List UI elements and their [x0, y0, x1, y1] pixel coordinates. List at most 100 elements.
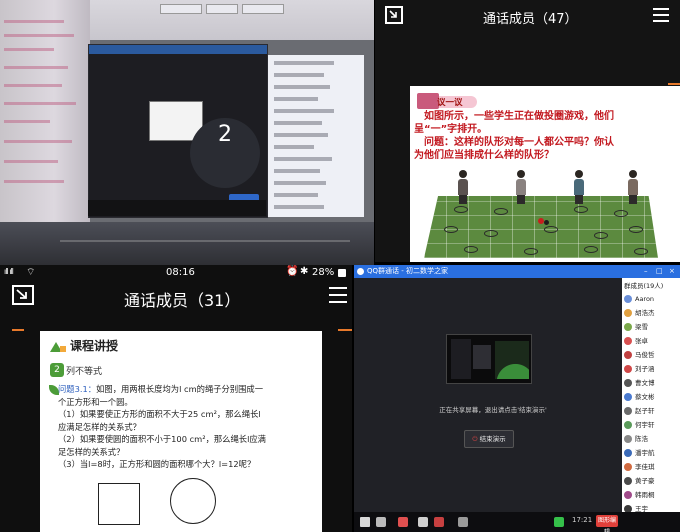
avatar [624, 421, 632, 429]
member-item[interactable]: 李佳琪 [622, 460, 680, 474]
problem-label: 问题3.1： [58, 384, 97, 394]
member-item[interactable]: 赵子轩 [622, 404, 680, 418]
slide-indicator [338, 329, 352, 331]
slide-line: 问题：这样的队形对每一人都公平吗？你认 [424, 137, 614, 148]
window-title: QQ群通话 - 初二数学之家 [367, 267, 448, 275]
member-list: Aaron 胡浩杰梁雪张卓马俊哲刘子涵曹文博蔡文彬赵子轩何宇轩陈浩潘宇航李佳琪黄子… [622, 292, 680, 516]
menu-icon[interactable] [329, 287, 347, 303]
close-icon[interactable]: × [669, 265, 675, 278]
member-panel-header: 群成员(19人) [624, 282, 664, 290]
member-item[interactable]: 曹文博 [622, 376, 680, 390]
slide-line: 如图所示，一些学生正在做投圈游戏，他们 [424, 111, 614, 122]
student-figure [574, 170, 584, 204]
photo-bezel [0, 222, 374, 265]
member-panel: 群成员(19人) Aaron 胡浩杰梁雪张卓马俊哲刘子涵曹文博蔡文彬赵子轩何宇轩陈… [622, 278, 680, 519]
slide-question-text: 如图所示，一些学生正在做投圈游戏，他们 呈“一”字排开。 问题：这样的队形对每一… [414, 110, 678, 162]
avatar [624, 295, 632, 303]
member-item[interactable]: 韩雨桐 [622, 488, 680, 502]
menu-icon[interactable] [653, 8, 669, 22]
avatar [624, 365, 632, 373]
avatar [624, 435, 632, 443]
battery-percent: 28% [312, 267, 335, 278]
student-figure [458, 170, 468, 204]
member-name: 黄子豪 [635, 477, 655, 485]
member-item[interactable]: 胡浩杰 [622, 306, 680, 320]
lesson-slide: 课程讲授 2 列不等式 问题3.1：如图，用两根长度均为l cm的绳子分别围成一… [40, 331, 322, 532]
windows-taskbar: 17:21 图形编辑 [354, 512, 680, 532]
member-name: 赵子轩 [635, 407, 655, 415]
member-item[interactable]: 刘子涵 [622, 362, 680, 376]
photo-background-top [90, 0, 374, 40]
member-item[interactable]: 梁雪 [622, 320, 680, 334]
doc-icon[interactable] [458, 517, 468, 527]
member-item[interactable]: Aaron [622, 292, 680, 306]
wifi-bars-icon[interactable] [554, 517, 564, 527]
slide-line: （3）当l=8时，正方形和圆的面积哪个大？l=12呢？ [58, 459, 256, 469]
shrink-icon[interactable] [385, 6, 403, 24]
battery-icon [338, 269, 346, 277]
call-members-title: 通话成员（47） [483, 12, 578, 27]
member-item[interactable]: 何宇轩 [622, 418, 680, 432]
avatar [624, 323, 632, 331]
slide-indicator [12, 329, 24, 331]
slide-line: 个正方形和一个圆。 [58, 396, 133, 407]
qq-logo-icon [357, 268, 364, 275]
slide-line: （1）如果要使正方形的面积不大于25 cm²，那么绳长l [58, 409, 261, 419]
avatar [624, 393, 632, 401]
lesson-badge-icon [48, 339, 68, 353]
volume-icon[interactable] [376, 517, 386, 527]
member-name: 潘宇航 [635, 449, 655, 457]
avatar [624, 407, 632, 415]
member-name: 刘子涵 [635, 365, 655, 373]
student-figure [628, 170, 638, 204]
slide-line: 为他们应当排成什么样的队形？ [414, 150, 554, 161]
shared-slide: 议一议 如图所示，一些学生正在做投圈游戏，他们 呈“一”字排开。 问题：这样的队… [410, 86, 680, 262]
avatar [624, 379, 632, 387]
video-icon[interactable] [434, 517, 444, 527]
member-item[interactable]: 马俊哲 [622, 348, 680, 362]
maximize-icon[interactable]: □ [656, 265, 663, 278]
photo-taskbar [88, 200, 266, 216]
wifi-icon: ⌔ [26, 267, 36, 278]
discussion-tag: 议一议 [417, 93, 479, 109]
avatar [624, 491, 632, 499]
stop-share-button[interactable]: ⏻ 结束演示 [464, 430, 514, 448]
screen-share-area: 正在共享屏幕，退出请点击'结束演示' ⏻ 结束演示 [354, 278, 622, 519]
member-item[interactable]: 潘宇航 [622, 446, 680, 460]
start-icon[interactable] [360, 517, 370, 527]
member-item[interactable]: 陈浩 [622, 432, 680, 446]
call-members-title: 通话成员（31） [124, 291, 241, 310]
signal-icon: ıll ıll [4, 267, 14, 276]
circle-shape [170, 478, 216, 524]
member-name: 张卓 [635, 337, 648, 345]
recorder-icon[interactable] [398, 517, 408, 527]
photo-count: 2 [218, 122, 232, 147]
member-name: 曹文博 [635, 379, 655, 387]
phone-status-bar: ıll ıll ⌔ 08:16 ⏰ ✱ 28% [0, 265, 352, 281]
member-name: 何宇轩 [635, 421, 655, 429]
window-titlebar: QQ群通话 - 初二数学之家 – □ × [354, 265, 680, 278]
member-name: 蔡文彬 [635, 393, 655, 401]
shrink-icon[interactable] [12, 285, 34, 305]
member-item[interactable]: 黄子豪 [622, 474, 680, 488]
taskbar-action-button[interactable]: 图形编辑 [596, 515, 618, 532]
member-item[interactable]: 蔡文彬 [622, 390, 680, 404]
avatar [624, 449, 632, 457]
video-tile-call-47: 通话成员（47） 议一议 如图所示，一些学生正在做投圈游戏，他们 呈“一”字排开… [375, 0, 680, 262]
share-caption: 正在共享屏幕，退出请点击'结束演示' [439, 406, 547, 414]
minimize-icon[interactable]: – [644, 265, 648, 278]
photo-member-list [268, 55, 364, 217]
member-name: 陈浩 [635, 435, 648, 443]
discussion-tag-label: 议一议 [437, 98, 463, 108]
shared-screen-preview [446, 334, 532, 384]
avatar [624, 477, 632, 485]
section-label: 列不等式 [66, 367, 103, 377]
slide-line: 如图，用两根长度均为l cm的绳子分别围成一 [96, 384, 264, 394]
member-name: 胡浩杰 [635, 309, 655, 317]
playing-field-illustration [424, 196, 658, 258]
video-tile-desktop: QQ群通话 - 初二数学之家 – □ × 正在共享屏幕，退出请点击'结束演示' … [354, 265, 680, 532]
alarm-icon: ⏰ [286, 266, 299, 277]
member-item[interactable]: 张卓 [622, 334, 680, 348]
lesson-heading: 课程讲授 [70, 339, 119, 353]
grid-icon[interactable] [418, 517, 428, 527]
